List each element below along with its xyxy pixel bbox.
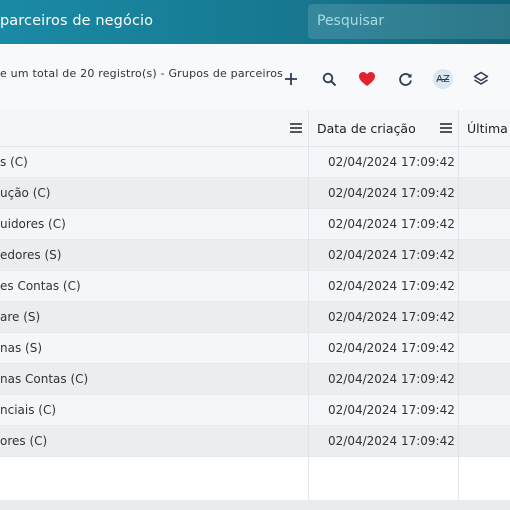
- table-row[interactable]: es Contas (C) 02/04/2024 17:09:42: [0, 271, 510, 302]
- records-info: e um total de 20 registro(s) - Grupos de…: [0, 67, 284, 80]
- column-divider: [458, 110, 459, 500]
- data-grid: Data de criação Última a s (C) 02/04/202…: [0, 110, 510, 500]
- column-header-name[interactable]: [0, 110, 308, 147]
- table-row[interactable]: nas (S) 02/04/2024 17:09:42: [0, 333, 510, 364]
- sort-az-icon: AZ: [433, 69, 453, 89]
- column-menu-icon[interactable]: [290, 123, 302, 133]
- column-divider: [308, 110, 309, 500]
- cell-created-date: 02/04/2024 17:09:42: [328, 248, 455, 262]
- column-header-label: Última a: [467, 121, 510, 136]
- column-header-label: Data de criação: [317, 121, 416, 136]
- column-header-created[interactable]: Data de criação: [309, 110, 458, 147]
- grid-footer: [0, 500, 510, 510]
- sort-button[interactable]: AZ: [432, 68, 454, 90]
- cell-created-date: 02/04/2024 17:09:42: [328, 434, 455, 448]
- cell-name: es Contas (C): [0, 279, 81, 293]
- plus-icon: [285, 73, 297, 85]
- layers-button[interactable]: [470, 68, 492, 90]
- search-button[interactable]: [318, 68, 340, 90]
- table-row[interactable]: are (S) 02/04/2024 17:09:42: [0, 302, 510, 333]
- table-row[interactable]: s (C) 02/04/2024 17:09:42: [0, 147, 510, 178]
- table-row[interactable]: nas Contas (C) 02/04/2024 17:09:42: [0, 364, 510, 395]
- cell-name: edores (S): [0, 248, 62, 262]
- table-row[interactable]: ução (C) 02/04/2024 17:09:42: [0, 178, 510, 209]
- search-input[interactable]: Pesquisar: [308, 4, 510, 39]
- empty-row: [0, 457, 510, 500]
- search-placeholder: Pesquisar: [317, 13, 385, 29]
- cell-name: uidores (C): [0, 217, 66, 231]
- table-row[interactable]: nciais (C) 02/04/2024 17:09:42: [0, 395, 510, 426]
- cell-created-date: 02/04/2024 17:09:42: [328, 372, 455, 386]
- heart-icon: [359, 72, 375, 86]
- layers-icon: [473, 71, 489, 85]
- table-row[interactable]: uidores (C) 02/04/2024 17:09:42: [0, 209, 510, 240]
- grid-header: Data de criação Última a: [0, 110, 510, 147]
- cell-created-date: 02/04/2024 17:09:42: [328, 217, 455, 231]
- cell-created-date: 02/04/2024 17:09:42: [328, 341, 455, 355]
- table-row[interactable]: edores (S) 02/04/2024 17:09:42: [0, 240, 510, 271]
- cell-created-date: 02/04/2024 17:09:42: [328, 186, 455, 200]
- cell-created-date: 02/04/2024 17:09:42: [328, 310, 455, 324]
- cell-name: ução (C): [0, 186, 51, 200]
- add-button[interactable]: [280, 68, 302, 90]
- page-title: parceiros de negócio: [0, 13, 154, 29]
- cell-name: nciais (C): [0, 403, 57, 417]
- cell-name: are (S): [0, 310, 41, 324]
- table-row[interactable]: ores (C) 02/04/2024 17:09:42: [0, 426, 510, 457]
- cell-name: nas Contas (C): [0, 372, 89, 386]
- cell-created-date: 02/04/2024 17:09:42: [328, 403, 455, 417]
- top-bar: parceiros de negócio Pesquisar: [0, 0, 510, 44]
- search-icon: [322, 72, 336, 86]
- column-header-last[interactable]: Última a: [459, 110, 510, 147]
- toolbar: e um total de 20 registro(s) - Grupos de…: [0, 44, 510, 110]
- cell-created-date: 02/04/2024 17:09:42: [328, 155, 455, 169]
- refresh-button[interactable]: [394, 68, 416, 90]
- cell-name: s (C): [0, 155, 28, 169]
- cell-created-date: 02/04/2024 17:09:42: [328, 279, 455, 293]
- column-menu-icon[interactable]: [440, 123, 452, 133]
- cell-name: ores (C): [0, 434, 48, 448]
- refresh-icon: [398, 72, 412, 86]
- favorite-button[interactable]: [356, 68, 378, 90]
- cell-name: nas (S): [0, 341, 43, 355]
